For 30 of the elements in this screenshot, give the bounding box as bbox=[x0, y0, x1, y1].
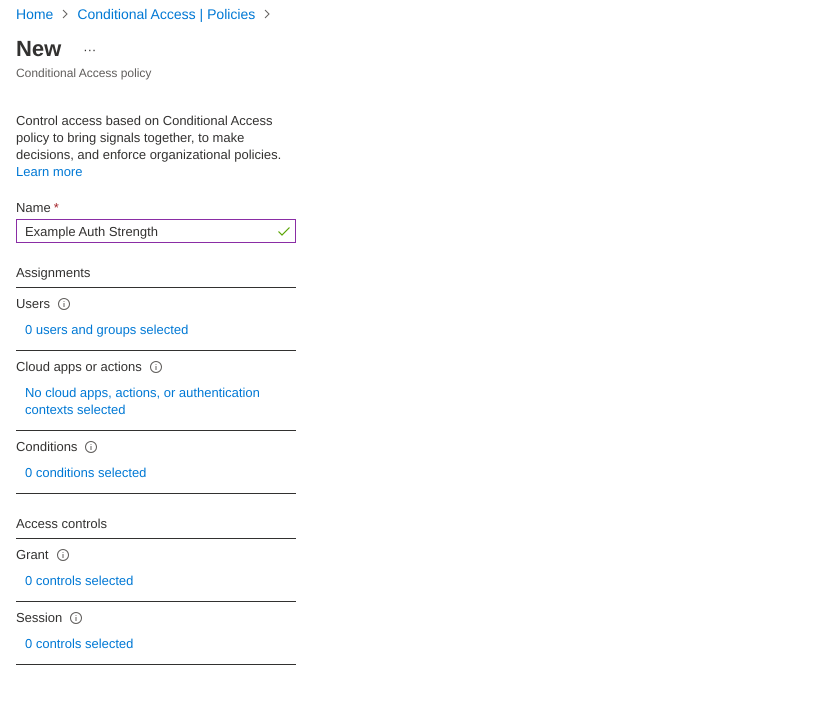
info-icon[interactable] bbox=[58, 298, 70, 310]
selection-link[interactable]: 0 conditions selected bbox=[25, 464, 296, 481]
section-heading: Access controls bbox=[16, 516, 296, 539]
page-title: New bbox=[16, 36, 62, 62]
item-label: Grant bbox=[16, 547, 49, 562]
field-label: Name bbox=[16, 200, 51, 215]
name-input-field[interactable]: Example Auth Strength bbox=[16, 219, 296, 243]
breadcrumb-link[interactable]: Conditional Access | Policies bbox=[77, 6, 256, 22]
section-heading: Assignments bbox=[16, 265, 296, 288]
learn-more-link[interactable]: Learn more bbox=[16, 163, 82, 180]
checkmark-icon bbox=[278, 227, 290, 236]
info-icon[interactable] bbox=[85, 440, 98, 452]
info-icon[interactable] bbox=[56, 548, 69, 560]
page-subtitle: Conditional Access policy bbox=[16, 66, 152, 80]
required-mark: * bbox=[54, 200, 59, 215]
breadcrumb-link[interactable]: Home bbox=[16, 6, 54, 22]
item-label: Conditions bbox=[16, 439, 78, 454]
more-options-button[interactable]: ··· bbox=[83, 42, 96, 56]
selection-link[interactable]: 0 controls selected bbox=[25, 635, 296, 652]
selection-link[interactable]: No cloud apps, actions, or authentication contexts selected bbox=[25, 384, 296, 418]
chevron-right-icon bbox=[62, 9, 68, 19]
item-label: Cloud apps or actions bbox=[16, 359, 142, 374]
item-label: Users bbox=[16, 296, 50, 311]
selection-link[interactable]: 0 users and groups selected bbox=[25, 321, 296, 338]
chevron-right-icon bbox=[264, 9, 270, 19]
info-icon[interactable] bbox=[70, 612, 82, 624]
selection-link[interactable]: 0 controls selected bbox=[25, 572, 296, 589]
description-text: Control access based on Conditional Access policy to bring signals together, to make decisions, and enforce organizational policies. bbox=[16, 112, 282, 163]
info-icon[interactable] bbox=[150, 360, 162, 372]
item-label: Session bbox=[16, 610, 62, 625]
